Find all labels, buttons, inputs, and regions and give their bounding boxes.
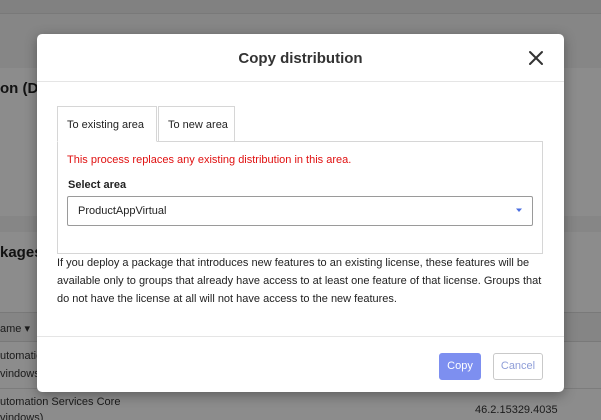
caret-down-icon (514, 205, 524, 215)
tab-to-existing-area[interactable]: To existing area (57, 106, 157, 142)
tab-panel-existing-area: This process replaces any existing distr… (57, 141, 543, 254)
tab-to-new-area[interactable]: To new area (158, 106, 235, 142)
close-icon[interactable] (526, 48, 546, 68)
select-area-label: Select area (68, 179, 127, 191)
warning-message: This process replaces any existing distr… (67, 154, 352, 166)
copy-distribution-dialog: Copy distribution To existing area To ne… (37, 34, 564, 392)
area-select-value: ProductAppVirtual (78, 205, 167, 217)
dialog-footer: Copy Cancel (37, 336, 564, 392)
license-info-text: If you deploy a package that introduces … (57, 257, 542, 305)
dialog-title: Copy distribution (238, 50, 363, 67)
screen: on (De kages ame ▾ utomation vindows) ut… (0, 0, 601, 420)
dialog-header: Copy distribution (37, 34, 564, 82)
area-select[interactable]: ProductAppVirtual (67, 196, 533, 226)
copy-button[interactable]: Copy (439, 353, 481, 380)
cancel-button[interactable]: Cancel (493, 353, 543, 380)
